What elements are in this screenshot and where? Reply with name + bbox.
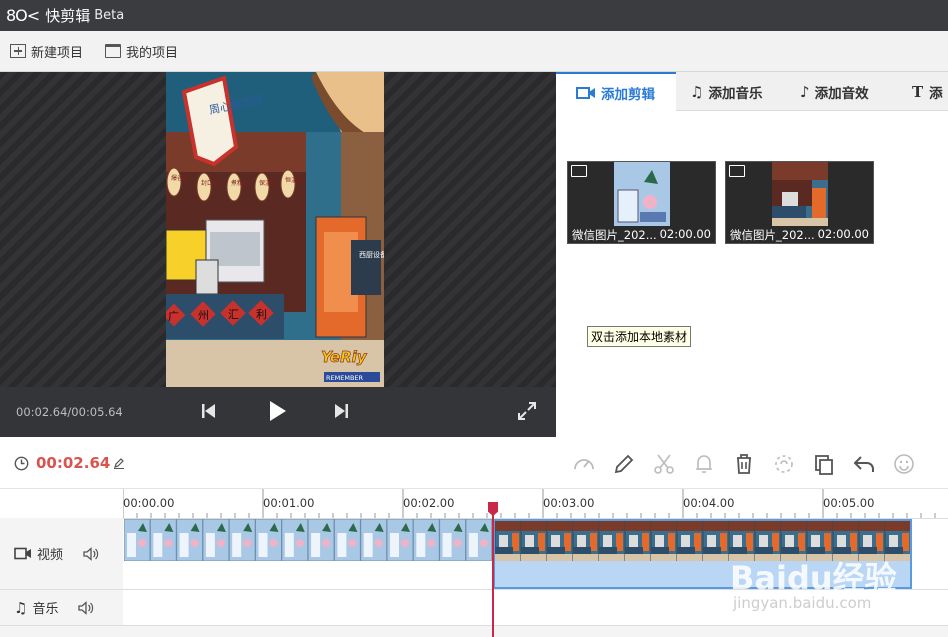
clip-thumbnail-1 bbox=[614, 162, 670, 226]
lantern-3: 煮粉机 bbox=[231, 179, 249, 187]
image-type-icon bbox=[729, 165, 745, 177]
counter-char-2: 州 bbox=[198, 309, 209, 322]
tick-label: 00:02.00 bbox=[403, 496, 455, 510]
video-track-label: 视频 bbox=[37, 548, 64, 563]
tab-add-clip-label: 添加剪辑 bbox=[601, 87, 655, 103]
extra-track bbox=[123, 626, 948, 637]
emoji-icon[interactable] bbox=[892, 452, 916, 476]
tick-label: 00:01.00 bbox=[263, 496, 315, 510]
signboard-text: 西厨设备 bbox=[359, 250, 384, 259]
edit-time-icon[interactable] bbox=[113, 457, 125, 469]
volume-icon[interactable] bbox=[78, 600, 94, 615]
tick-label: 00:05.00 bbox=[823, 496, 875, 510]
music-track-header: ♫ 音乐 bbox=[0, 590, 123, 626]
panel-tabs: 添加剪辑 ♫ 添加音乐 ♪ 添加音效 T 添 bbox=[556, 72, 948, 112]
baidu-watermark: Baidu经验 bbox=[730, 559, 897, 597]
unlink-icon[interactable] bbox=[772, 452, 796, 476]
my-projects-label: 我的项目 bbox=[126, 45, 179, 61]
video-preview: 爆谷机 封口机 煮粉机 保温机 恒温机 周心做西厨 西厨设备 广 州 汇 利 Y… bbox=[0, 72, 556, 387]
menu-bar: 新建项目 我的项目 bbox=[0, 31, 948, 72]
my-projects-button[interactable]: 我的项目 bbox=[105, 42, 178, 61]
tab-add-sound-effect-label: 添加音效 bbox=[814, 85, 869, 102]
tick-label: 00:00.00 bbox=[123, 496, 175, 510]
folder-icon bbox=[105, 44, 122, 58]
new-project-label: 新建项目 bbox=[31, 45, 84, 61]
video-camera-icon bbox=[14, 547, 31, 560]
app-logo: 8O< bbox=[6, 6, 40, 25]
image-type-icon bbox=[571, 165, 587, 177]
counter-char-1: 广 bbox=[168, 310, 179, 323]
undo-icon[interactable] bbox=[852, 452, 876, 476]
playback-controls: 00:02.64/00:05.64 bbox=[0, 387, 556, 437]
lantern-1: 爆谷机 bbox=[171, 174, 189, 182]
previous-frame-button[interactable] bbox=[198, 400, 220, 422]
volume-icon[interactable] bbox=[83, 546, 99, 561]
plus-icon bbox=[10, 44, 26, 58]
preview-frame: 爆谷机 封口机 煮粉机 保温机 恒温机 周心做西厨 西厨设备 广 州 汇 利 Y… bbox=[166, 72, 384, 387]
tab-add-music-label: 添加音乐 bbox=[708, 85, 763, 102]
fullscreen-icon[interactable] bbox=[516, 400, 538, 422]
clip-name-2: 微信图片_202... bbox=[730, 228, 815, 242]
music-note-icon: ♫ bbox=[14, 598, 28, 617]
clip-name-1: 微信图片_202... bbox=[572, 228, 657, 242]
clock-icon bbox=[14, 456, 29, 471]
playhead[interactable] bbox=[492, 502, 494, 637]
video-track-header: 视频 bbox=[0, 518, 123, 590]
timeline-ruler[interactable]: 00:00.00 00:01.00 00:02.00 00:03.00 00:0… bbox=[0, 489, 948, 518]
timeline-clip-1[interactable] bbox=[124, 519, 493, 561]
clip-duration-1: 02:00.00 bbox=[659, 227, 711, 241]
lantern-2: 封口机 bbox=[201, 179, 219, 187]
text-icon: T bbox=[912, 82, 924, 101]
playback-time: 00:02.64/00:05.64 bbox=[16, 405, 123, 419]
tab-add-music[interactable]: ♫ 添加音乐 bbox=[690, 72, 762, 111]
music-note-icon: ♫ bbox=[690, 82, 704, 101]
copy-icon[interactable] bbox=[812, 452, 836, 476]
track-headers: 视频 ♫ 音乐 bbox=[0, 518, 123, 637]
play-button[interactable] bbox=[264, 398, 290, 424]
counter-char-3: 汇 bbox=[228, 308, 239, 321]
media-panel: 添加剪辑 ♫ 添加音乐 ♪ 添加音效 T 添 微信图片_202... 02:00 bbox=[556, 72, 948, 437]
video-camera-icon bbox=[576, 87, 595, 99]
clip-thumbnail-2 bbox=[772, 162, 828, 226]
next-frame-button[interactable] bbox=[330, 400, 352, 422]
speed-icon[interactable] bbox=[572, 452, 596, 476]
add-local-media-tooltip: 双击添加本地素材 bbox=[587, 326, 692, 347]
frame-logo-sub: REMEMBER bbox=[326, 374, 364, 382]
counter-char-4: 利 bbox=[256, 308, 267, 321]
music-track-label: 音乐 bbox=[32, 602, 59, 617]
baidu-watermark-url: jingyan.baidu.com bbox=[733, 594, 872, 612]
lantern-5: 恒温机 bbox=[285, 176, 303, 184]
lantern-4: 保温机 bbox=[259, 179, 277, 187]
preview-image: 爆谷机 封口机 煮粉机 保温机 恒温机 周心做西厨 西厨设备 广 州 汇 利 Y… bbox=[166, 72, 384, 387]
tab-add-text-label: 添 bbox=[929, 85, 943, 102]
media-clip-1[interactable]: 微信图片_202... 02:00.00 bbox=[567, 161, 716, 244]
bell-icon[interactable] bbox=[692, 452, 716, 476]
app-name: 快剪辑 bbox=[45, 7, 91, 25]
title-bar: 8O< 快剪辑 Beta bbox=[0, 0, 948, 31]
pencil-icon[interactable] bbox=[612, 452, 636, 476]
tab-add-sound-effect[interactable]: ♪ 添加音效 bbox=[800, 72, 869, 111]
beta-label: Beta bbox=[94, 8, 125, 23]
frame-logo-word: YeRiy bbox=[321, 348, 368, 366]
trash-icon[interactable] bbox=[732, 452, 756, 476]
sound-effect-icon: ♪ bbox=[800, 82, 810, 101]
timeline-toolbar: 00:02.64 bbox=[0, 437, 948, 489]
tick-label: 00:03.00 bbox=[543, 496, 595, 510]
tick-label: 00:04.00 bbox=[683, 496, 735, 510]
scissors-icon[interactable] bbox=[652, 452, 676, 476]
new-project-button[interactable]: 新建项目 bbox=[10, 42, 83, 61]
media-clip-2[interactable]: 微信图片_202... 02:00.00 bbox=[725, 161, 874, 244]
current-time: 00:02.64 bbox=[36, 454, 111, 472]
tab-add-clip[interactable]: 添加剪辑 bbox=[556, 72, 676, 112]
tab-add-text[interactable]: T 添 bbox=[912, 72, 943, 111]
clip-duration-2: 02:00.00 bbox=[817, 227, 869, 241]
